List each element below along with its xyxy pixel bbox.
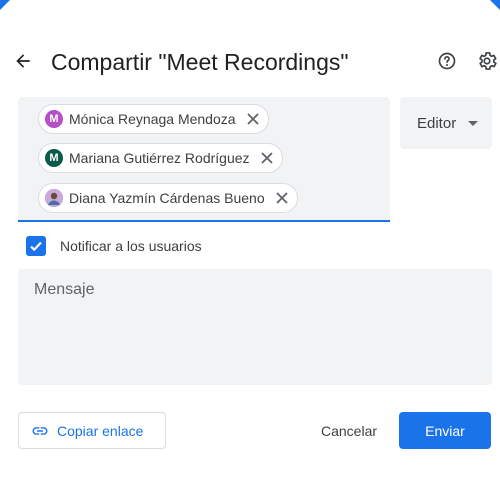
avatar: M xyxy=(45,110,63,128)
recipient-chip[interactable]: M Mónica Reynaga Mendoza xyxy=(38,104,269,134)
recipient-name: Mónica Reynaga Mendoza xyxy=(69,111,236,127)
window-corner-accent-right xyxy=(490,0,500,10)
back-button[interactable] xyxy=(8,46,38,76)
copy-link-label: Copiar enlace xyxy=(57,422,144,439)
caret-down-icon xyxy=(468,120,479,126)
dialog-header: Compartir "Meet Recordings" xyxy=(0,40,500,84)
recipient-name: Diana Yazmín Cárdenas Bueno xyxy=(69,190,265,206)
copy-link-button[interactable]: Copiar enlace xyxy=(18,412,166,449)
settings-button[interactable] xyxy=(474,48,500,74)
window-corner-accent xyxy=(0,0,10,10)
send-button[interactable]: Enviar xyxy=(399,412,491,449)
recipients-field[interactable]: M Mónica Reynaga Mendoza M Mariana Gutié… xyxy=(18,97,390,222)
notify-checkbox[interactable] xyxy=(26,236,46,256)
role-selected-value: Editor xyxy=(417,114,457,132)
avatar-photo xyxy=(45,189,63,207)
remove-recipient-button[interactable] xyxy=(260,151,274,165)
cancel-button[interactable]: Cancelar xyxy=(306,414,392,448)
remove-recipient-button[interactable] xyxy=(246,112,260,126)
link-icon xyxy=(32,426,48,435)
avatar: M xyxy=(45,149,63,167)
notify-label: Notificar a los usuarios xyxy=(60,238,202,254)
recipient-chip[interactable]: M Mariana Gutiérrez Rodríguez xyxy=(38,143,283,173)
check-icon xyxy=(30,241,42,252)
role-dropdown[interactable]: Editor xyxy=(400,97,492,149)
message-input[interactable] xyxy=(18,269,492,385)
arrow-back-icon xyxy=(16,54,30,68)
person-photo-icon xyxy=(45,189,63,207)
recipient-chip[interactable]: Diana Yazmín Cárdenas Bueno xyxy=(38,183,298,213)
close-icon xyxy=(246,113,259,125)
recipient-name: Mariana Gutiérrez Rodríguez xyxy=(69,150,250,166)
gear-icon xyxy=(479,52,497,70)
close-icon xyxy=(260,152,273,164)
help-button[interactable] xyxy=(434,48,460,74)
dialog-title: Compartir "Meet Recordings" xyxy=(51,49,349,75)
notify-row: Notificar a los usuarios xyxy=(26,235,202,257)
close-icon xyxy=(275,192,288,204)
help-icon xyxy=(438,52,456,70)
remove-recipient-button[interactable] xyxy=(275,191,289,205)
